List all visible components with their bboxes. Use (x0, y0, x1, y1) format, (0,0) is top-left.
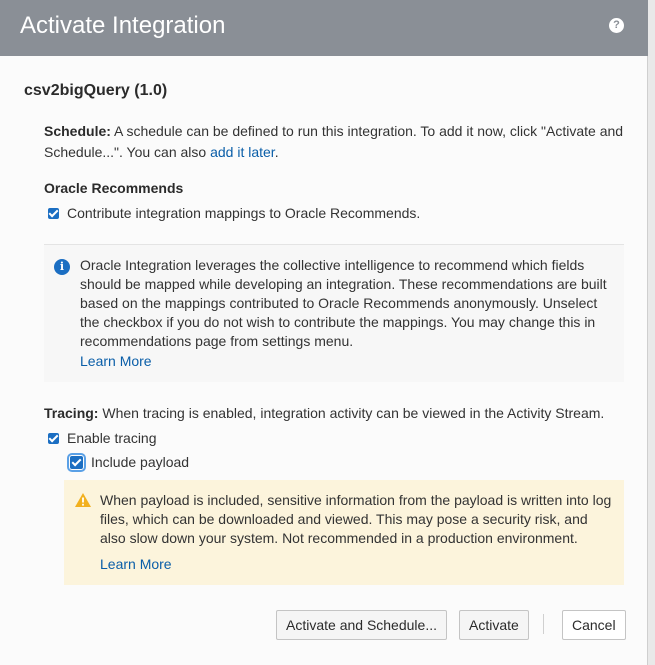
enable-tracing-label: Enable tracing (67, 430, 157, 446)
recommends-learn-more-link[interactable]: Learn More (80, 353, 152, 369)
help-icon[interactable]: ? (609, 18, 624, 33)
contribute-mappings-label: Contribute integration mappings to Oracl… (67, 205, 421, 221)
cancel-button[interactable]: Cancel (562, 610, 626, 640)
info-icon: i (54, 259, 70, 275)
schedule-text: A schedule can be defined to run this in… (44, 123, 624, 160)
activate-button[interactable]: Activate (459, 610, 529, 640)
dialog-header: Activate Integration ? (0, 0, 648, 56)
recommends-info-text: Oracle Integration leverages the collect… (80, 257, 607, 349)
tracing-label: Tracing: (44, 405, 99, 421)
button-divider (543, 614, 544, 634)
oracle-recommends-title: Oracle Recommends (44, 180, 184, 196)
tracing-description: Tracing: When tracing is enabled, integr… (44, 403, 624, 424)
include-payload-checkbox[interactable] (67, 452, 86, 472)
payload-warning-box: When payload is included, sensitive info… (64, 480, 624, 585)
include-payload-row: Include payload (67, 452, 190, 472)
schedule-suffix: . (274, 144, 279, 160)
schedule-label: Schedule: (44, 123, 111, 139)
activate-and-schedule-button[interactable]: Activate and Schedule... (276, 610, 447, 640)
warning-triangle-icon (75, 493, 91, 507)
add-it-later-link[interactable]: add it later (210, 144, 275, 160)
tracing-text: When tracing is enabled, integration act… (98, 405, 605, 421)
dialog-title: Activate Integration (20, 12, 226, 39)
contribute-mappings-checkbox[interactable] (48, 207, 59, 219)
activate-integration-dialog: Activate Integration ? csv2bigQuery (1.0… (0, 0, 648, 665)
enable-tracing-row: Enable tracing (48, 430, 157, 446)
schedule-description: Schedule: A schedule can be defined to r… (44, 121, 624, 163)
recommends-info-box: i Oracle Integration leverages the colle… (44, 244, 624, 382)
payload-warning-text: When payload is included, sensitive info… (100, 492, 612, 546)
include-payload-label: Include payload (91, 454, 190, 470)
contribute-mappings-row: Contribute integration mappings to Oracl… (48, 205, 420, 221)
integration-name: csv2bigQuery (1.0) (24, 82, 168, 99)
enable-tracing-checkbox[interactable] (48, 432, 59, 444)
payload-learn-more-link[interactable]: Learn More (100, 556, 172, 572)
